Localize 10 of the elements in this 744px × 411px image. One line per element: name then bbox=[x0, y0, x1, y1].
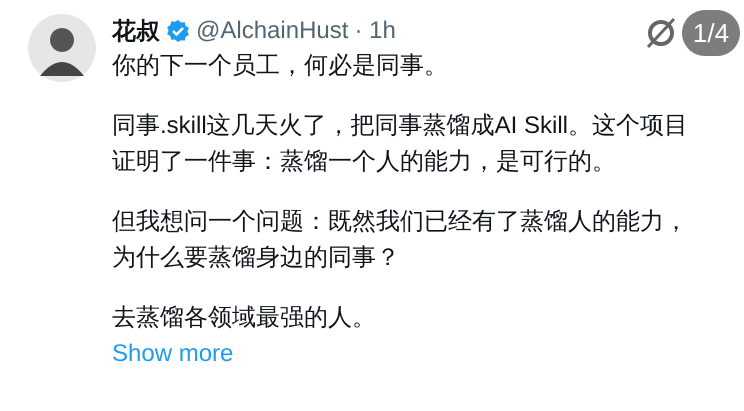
post-paragraph: 同事.skill这几天火了，把同事蒸馏成AI Skill。这个项目证明了一件事：蒸馏一个人的能力，是可行的。 bbox=[112, 111, 690, 177]
slashed-circle-icon[interactable] bbox=[644, 16, 678, 50]
author-handle[interactable]: @AlchainHust bbox=[196, 17, 348, 45]
post-time: · 1h bbox=[354, 17, 396, 45]
author-name[interactable]: 花叔 bbox=[112, 15, 160, 47]
post-paragraph: 但我想问一个问题：既然我们已经有了蒸馏人的能力，为什么要蒸馏身边的同事？ bbox=[112, 207, 689, 273]
post-paragraph: 你的下一个员工，何必是同事。 bbox=[112, 51, 449, 81]
avatar-icon[interactable] bbox=[28, 14, 96, 82]
page-indicator: 1/4 bbox=[682, 10, 740, 56]
post-paragraph: 去蒸馏各领域最强的人。 bbox=[112, 303, 377, 333]
